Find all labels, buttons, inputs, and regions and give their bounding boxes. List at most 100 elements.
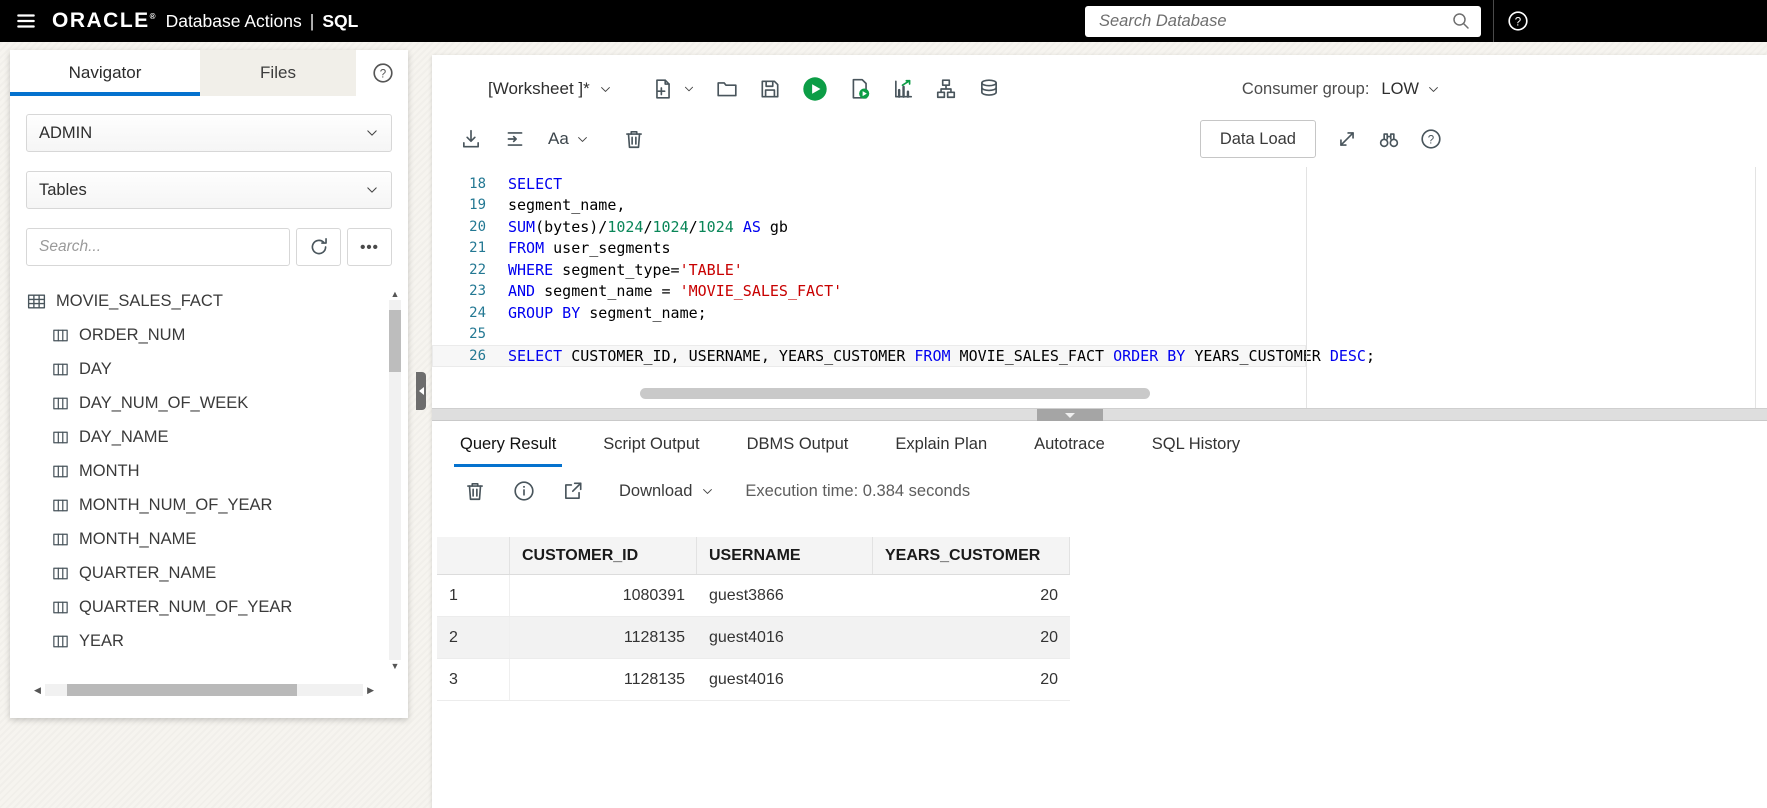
scroll-up-arrow[interactable]: ▲ [391, 288, 400, 300]
object-search-row: ••• [26, 228, 392, 266]
editor-line[interactable]: 18 SELECT [432, 173, 1767, 195]
autotrace-button[interactable] [935, 78, 957, 100]
header-customer-id[interactable]: CUSTOMER_ID [510, 537, 697, 574]
scroll-left-arrow[interactable]: ◀ [34, 684, 41, 696]
line-number: 18 [469, 175, 486, 192]
editor-line[interactable]: 25 [432, 324, 1767, 346]
cell-customer-id: 1128135 [623, 670, 685, 688]
sidebar-horizontal-scrollbar[interactable]: ◀ ▶ [34, 682, 374, 698]
schema-select[interactable]: ADMIN [26, 114, 392, 152]
results-tab[interactable]: DBMS Output [747, 421, 849, 467]
scroll-track[interactable] [44, 684, 364, 696]
open-file-button[interactable] [716, 78, 738, 100]
collapse-panel-handle[interactable] [416, 372, 426, 410]
download-menu[interactable]: Download [619, 482, 714, 501]
run-button[interactable] [802, 76, 828, 102]
tree-item-column[interactable]: DAY [26, 352, 392, 386]
tree-item-column[interactable]: ORDER_NUM [26, 318, 392, 352]
sidebar-vertical-scrollbar[interactable]: ▲ ▼ [388, 288, 402, 672]
new-worksheet-menu-button[interactable] [683, 83, 695, 95]
scroll-thumb[interactable] [640, 388, 1150, 399]
results-tab[interactable]: Autotrace [1034, 421, 1105, 467]
save-button[interactable] [759, 78, 781, 100]
tree-item-column[interactable]: MONTH_NUM_OF_YEAR [26, 488, 392, 522]
sql-history-button[interactable] [978, 78, 1000, 100]
tree-item-table[interactable]: MOVIE_SALES_FACT [26, 284, 392, 318]
sql-editor[interactable]: 18 SELECT 19 segment_name, 20 SUM(bytes)… [432, 167, 1767, 408]
editor-horizontal-scrollbar[interactable] [532, 388, 1307, 399]
table-row[interactable]: 2 1128135 guest4016 20 [437, 617, 1070, 659]
worksheet-title-menu[interactable]: [Worksheet ]* [488, 79, 612, 99]
svg-text:?: ? [380, 68, 386, 80]
tree-item-column[interactable]: YEAR [26, 624, 392, 656]
tree-column-label: DAY [79, 359, 112, 378]
data-load-button[interactable]: Data Load [1199, 120, 1316, 158]
header-rownum[interactable] [437, 537, 510, 574]
result-info-button[interactable] [513, 480, 535, 502]
tree-item-column[interactable]: QUARTER_NUM_OF_YEAR [26, 590, 392, 624]
sidebar-help-button[interactable]: ? [372, 50, 408, 96]
search-icon[interactable] [1451, 11, 1471, 31]
scroll-thumb[interactable] [66, 684, 297, 696]
clear-worksheet-button[interactable] [623, 128, 645, 150]
oracle-logo: ORACLE® [52, 9, 156, 32]
menu-button[interactable] [0, 10, 52, 32]
header-username[interactable]: USERNAME [697, 537, 873, 574]
expand-icon [1340, 132, 1354, 146]
scroll-right-arrow[interactable]: ▶ [367, 684, 374, 696]
find-button[interactable] [1378, 128, 1400, 150]
open-result-button[interactable] [562, 480, 584, 502]
editor-right-edge [1755, 167, 1756, 408]
tree-item-column[interactable]: QUARTER_NAME [26, 556, 392, 590]
results-tab[interactable]: Script Output [603, 421, 699, 467]
editor-line[interactable]: 26 SELECT CUSTOMER_ID, USERNAME, YEARS_C… [432, 345, 1375, 367]
clear-results-button[interactable] [464, 480, 486, 502]
worksheet-help-button[interactable]: ? [1420, 128, 1442, 150]
consumer-group-select[interactable]: LOW [1381, 80, 1440, 99]
tab-files[interactable]: Files [200, 50, 356, 96]
maximize-button[interactable] [1336, 128, 1358, 150]
splitter-grip[interactable] [1037, 409, 1103, 421]
new-worksheet-button[interactable] [652, 78, 674, 100]
refresh-button[interactable] [296, 228, 341, 266]
results-tab[interactable]: Query Result [453, 421, 563, 467]
tree-item-column[interactable]: MONTH_NAME [26, 522, 392, 556]
new-file-icon [655, 79, 670, 99]
editor-line[interactable]: 23 AND segment_name = 'MOVIE_SALES_FACT' [432, 281, 1767, 303]
line-code: FROM user_segments [508, 239, 671, 258]
editor-line[interactable]: 20 SUM(bytes)/1024/1024/1024 AS gb [432, 216, 1767, 238]
worksheet-toolbar-icons [652, 76, 1000, 102]
tree-item-column[interactable]: DAY_NAME [26, 420, 392, 454]
scroll-down-arrow[interactable]: ▼ [391, 660, 400, 672]
panel-splitter[interactable] [432, 408, 1767, 421]
header-years-customer[interactable]: YEARS_CUSTOMER [873, 537, 1070, 574]
results-tab[interactable]: Explain Plan [895, 421, 987, 467]
database-search-input[interactable] [1099, 11, 1451, 31]
line-code: WHERE segment_type='TABLE' [508, 260, 743, 279]
database-search[interactable] [1085, 5, 1481, 37]
table-row[interactable]: 1 1080391 guest3866 20 [437, 575, 1070, 617]
line-number: 26 [469, 347, 486, 364]
run-script-button[interactable] [849, 78, 871, 100]
editor-line[interactable]: 19 segment_name, [432, 195, 1767, 217]
results-tab[interactable]: SQL History [1152, 421, 1240, 467]
tree-item-column[interactable]: DAY_NUM_OF_WEEK [26, 386, 392, 420]
scroll-track[interactable] [389, 300, 401, 660]
font-size-button[interactable]: Aa [548, 129, 589, 149]
object-type-select[interactable]: Tables [26, 171, 392, 209]
tree-item-column[interactable]: MONTH [26, 454, 392, 488]
object-search-input[interactable] [26, 228, 290, 266]
editor-line[interactable]: 24 GROUP BY segment_name; [432, 302, 1767, 324]
download-worksheet-button[interactable] [460, 128, 482, 150]
explain-plan-button[interactable] [892, 78, 914, 100]
tab-navigator[interactable]: Navigator [10, 50, 200, 96]
editor-line[interactable]: 22 WHERE segment_type='TABLE' [432, 259, 1767, 281]
table-row[interactable]: 3 1128135 guest4016 20 [437, 659, 1070, 701]
tree-column-label: DAY_NAME [79, 427, 169, 446]
help-button[interactable]: ? [1494, 10, 1542, 32]
trash-icon [467, 483, 483, 501]
editor-line[interactable]: 21 FROM user_segments [432, 238, 1767, 260]
scroll-thumb[interactable] [389, 310, 401, 372]
format-button[interactable] [504, 128, 526, 150]
more-button[interactable]: ••• [347, 228, 392, 266]
